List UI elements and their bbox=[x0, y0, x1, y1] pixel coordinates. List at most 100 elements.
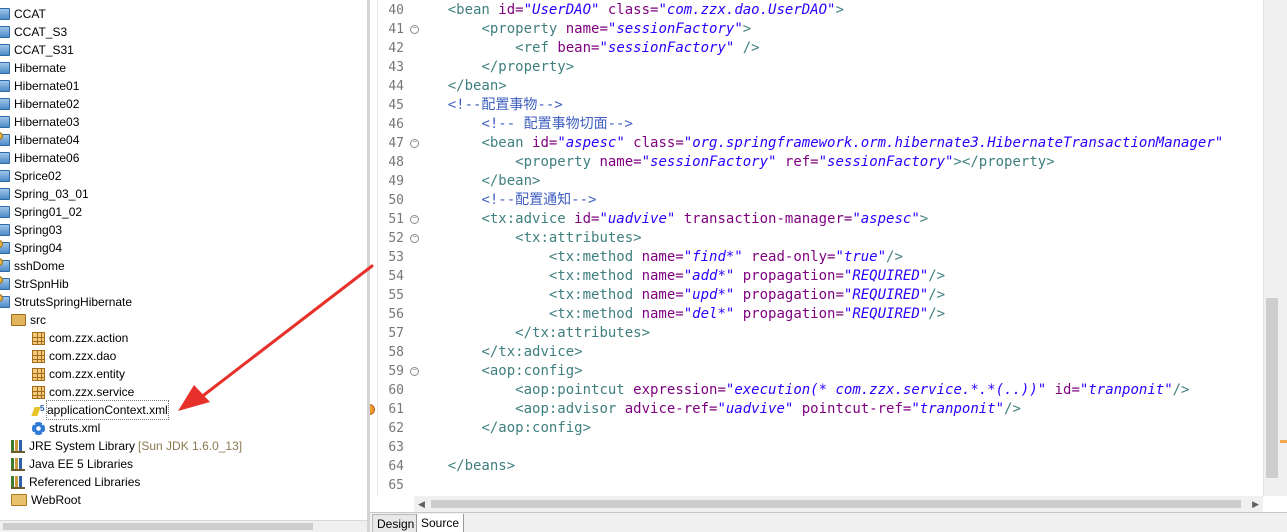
code-token-attr: expression= bbox=[633, 382, 726, 398]
code-token-tag: </tx:advice> bbox=[481, 344, 583, 360]
code-token-tag: > bbox=[835, 2, 844, 18]
code-line[interactable]: <aop:config> bbox=[414, 362, 582, 381]
code-area[interactable]: <bean id="UserDAO" class="com.zzx.dao.Us… bbox=[414, 0, 1262, 496]
code-token-attr: bean= bbox=[557, 40, 600, 56]
tab-design[interactable]: Design bbox=[372, 514, 420, 532]
library-item[interactable]: WebRoot bbox=[11, 491, 81, 509]
project-item[interactable]: Spring01_02 bbox=[0, 203, 82, 221]
code-line[interactable]: <!--配置事物--> bbox=[414, 96, 563, 115]
project-item[interactable]: Hibernate06 bbox=[0, 149, 79, 167]
src-folder-item[interactable]: src bbox=[11, 311, 46, 329]
code-token-tag: /> bbox=[734, 40, 760, 56]
code-line[interactable]: <!--配置通知--> bbox=[414, 191, 596, 210]
code-token-val: "aspesc" bbox=[557, 135, 625, 151]
code-token-tag: </aop:config> bbox=[481, 420, 592, 436]
project-item[interactable]: CCAT_S31 bbox=[0, 41, 74, 59]
code-line[interactable]: <tx:method name="find*" read-only="true"… bbox=[414, 248, 903, 267]
code-line[interactable]: <bean id="UserDAO" class="com.zzx.dao.Us… bbox=[414, 1, 844, 20]
code-line[interactable]: <property name="sessionFactory"> bbox=[414, 20, 751, 39]
project-icon bbox=[0, 116, 10, 128]
project-icon bbox=[0, 152, 10, 164]
folder-icon bbox=[11, 494, 27, 506]
code-line[interactable]: <!-- 配置事物切面--> bbox=[414, 115, 632, 134]
code-token-attr: name= bbox=[641, 268, 684, 284]
line-number: 62 bbox=[388, 421, 404, 436]
web-project-icon bbox=[0, 132, 10, 146]
project-item[interactable]: sshDome bbox=[0, 257, 65, 275]
package-item[interactable]: com.zzx.service bbox=[32, 383, 134, 401]
code-line[interactable]: </property> bbox=[414, 58, 574, 77]
explorer-horizontal-scrollbar[interactable] bbox=[0, 520, 367, 532]
code-line[interactable]: <tx:method name="add*" propagation="REQU… bbox=[414, 267, 945, 286]
line-number: 63 bbox=[388, 440, 404, 455]
project-item[interactable]: Hibernate bbox=[0, 59, 66, 77]
code-line[interactable]: </bean> bbox=[414, 77, 507, 96]
line-number: 45 bbox=[388, 98, 404, 113]
code-line[interactable]: <bean id="aspesc" class="org.springframe… bbox=[414, 134, 1223, 153]
file-item[interactable]: applicationContext.xml bbox=[32, 400, 169, 420]
overview-warning-marker[interactable] bbox=[1280, 440, 1287, 443]
project-item[interactable]: Hibernate02 bbox=[0, 95, 79, 113]
code-line[interactable]: <tx:method name="del*" propagation="REQU… bbox=[414, 305, 945, 324]
code-line[interactable]: <aop:pointcut expression="execution(* co… bbox=[414, 381, 1189, 400]
project-item[interactable]: Hibernate03 bbox=[0, 113, 79, 131]
code-line[interactable]: <aop:advisor advice-ref="uadvive" pointc… bbox=[414, 400, 1021, 419]
code-line[interactable]: <tx:method name="upd*" propagation="REQU… bbox=[414, 286, 945, 305]
editor-vertical-scrollbar[interactable] bbox=[1263, 0, 1287, 496]
project-item[interactable]: CCAT bbox=[0, 5, 46, 23]
library-item[interactable]: Java EE 5 Libraries bbox=[11, 455, 133, 473]
library-item[interactable]: Referenced Libraries bbox=[11, 473, 140, 491]
code-line[interactable]: <tx:attributes> bbox=[414, 229, 641, 248]
line-number: 53 bbox=[388, 250, 404, 265]
project-item[interactable]: Hibernate01 bbox=[0, 77, 79, 95]
code-line[interactable]: </bean> bbox=[414, 172, 540, 191]
code-token-attr: name= bbox=[565, 21, 608, 37]
scroll-left-icon[interactable]: ◀ bbox=[418, 499, 425, 510]
scroll-right-icon[interactable]: ▶ bbox=[1252, 499, 1259, 510]
tree-item-label: Spring04 bbox=[14, 241, 63, 255]
explorer-scroll-thumb[interactable] bbox=[3, 523, 313, 530]
code-line[interactable]: </beans> bbox=[414, 457, 515, 476]
package-item[interactable]: com.zzx.dao bbox=[32, 347, 116, 365]
code-line[interactable]: <ref bean="sessionFactory" /> bbox=[414, 39, 760, 58]
code-token-val: "tranponit" bbox=[1079, 382, 1173, 398]
spring-project-icon bbox=[0, 170, 10, 182]
editor-horizontal-scroll-thumb[interactable] bbox=[431, 500, 1241, 508]
editor-vertical-scroll-thumb[interactable] bbox=[1266, 298, 1278, 478]
project-item[interactable]: Spring03 bbox=[0, 221, 62, 239]
package-item[interactable]: com.zzx.action bbox=[32, 329, 128, 347]
project-item[interactable]: StrutsSpringHibernate bbox=[0, 293, 132, 311]
code-token-attr: pointcut-ref= bbox=[793, 401, 912, 417]
project-item[interactable]: Sprice02 bbox=[0, 167, 61, 185]
project-item[interactable]: CCAT_S3 bbox=[0, 23, 67, 41]
code-token-attr: id= bbox=[574, 211, 600, 227]
project-item[interactable]: Spring04 bbox=[0, 239, 62, 257]
code-token-attr: ref= bbox=[776, 154, 819, 170]
project-item[interactable]: Spring_03_01 bbox=[0, 185, 89, 203]
library-version-label: [Sun JDK 1.6.0_13] bbox=[138, 439, 243, 453]
aop-advice-marker-icon[interactable] bbox=[370, 404, 375, 415]
code-token-tag: <tx:method bbox=[548, 249, 642, 265]
code-line[interactable]: </aop:config> bbox=[414, 419, 591, 438]
tree-item-label: WebRoot bbox=[31, 493, 81, 507]
tree-item-label: CCAT_S3 bbox=[14, 25, 68, 39]
code-line[interactable]: </tx:advice> bbox=[414, 343, 583, 362]
code-line[interactable]: <property name="sessionFactory" ref="ses… bbox=[414, 153, 1054, 172]
code-token-tag: <aop:advisor bbox=[515, 401, 625, 417]
package-item[interactable]: com.zzx.entity bbox=[32, 365, 125, 383]
editor-horizontal-scrollbar[interactable]: ◀ ▶ bbox=[414, 496, 1263, 512]
library-item[interactable]: JRE System Library [Sun JDK 1.6.0_13] bbox=[11, 437, 242, 455]
tree-item-label: struts.xml bbox=[49, 421, 101, 435]
line-number-gutter: 40 41−42 43 44 45 46 47−48 49 50 51−52−53 54 55 56 57… bbox=[378, 0, 419, 496]
code-line[interactable]: <tx:advice id="uadvive" transaction-mana… bbox=[414, 210, 928, 229]
file-item[interactable]: struts.xml bbox=[32, 419, 100, 437]
code-token-val: "true" bbox=[835, 249, 887, 265]
code-line[interactable]: </tx:attributes> bbox=[414, 324, 650, 343]
tab-source[interactable]: Source bbox=[416, 514, 465, 532]
project-item[interactable]: Hibernate04 bbox=[0, 131, 79, 149]
project-item[interactable]: StrSpnHib bbox=[0, 275, 69, 293]
web-project-icon bbox=[0, 240, 10, 254]
